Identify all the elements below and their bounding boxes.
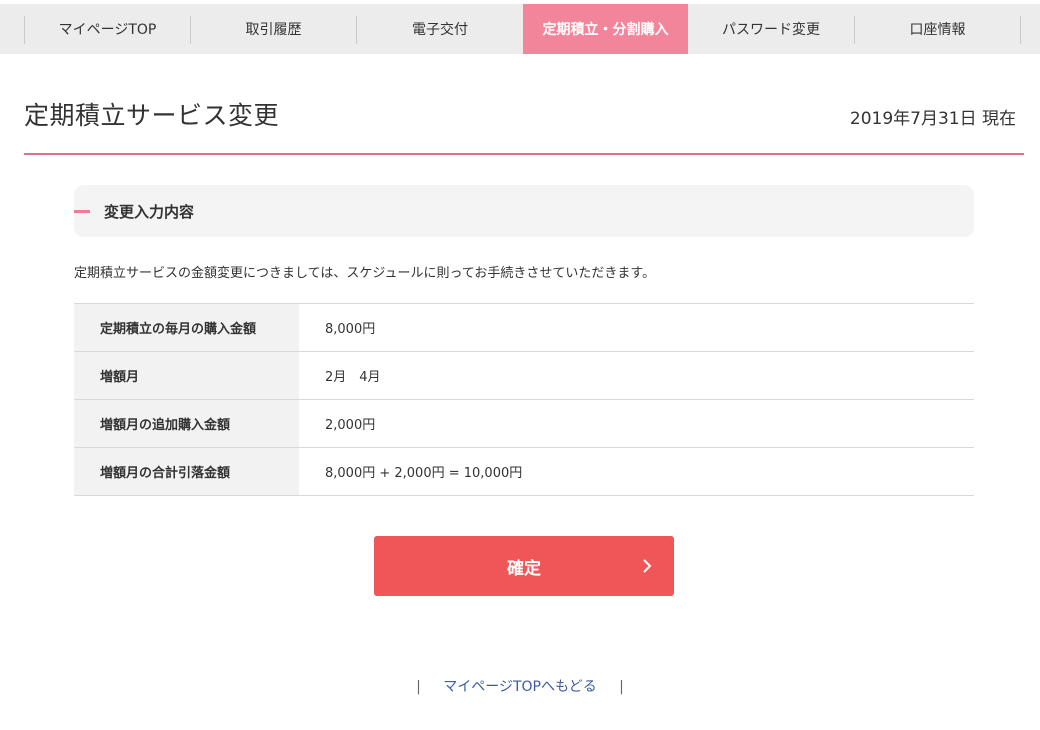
nav-separator — [1020, 16, 1021, 44]
table-row: 増額月の合計引落金額 8,000円 + 2,000円 = 10,000円 — [74, 447, 974, 496]
table-row: 増額月 2月 4月 — [74, 351, 974, 400]
back-to-mypage-link[interactable]: マイページTOPへもどる — [443, 676, 596, 696]
confirm-button-label: 確定 — [507, 558, 541, 578]
row-label: 増額月の合計引落金額 — [74, 447, 299, 496]
change-details-table: 定期積立の毎月の購入金額 8,000円 増額月 2月 4月 増額月の追加購入金額… — [74, 303, 974, 496]
tab-password-change[interactable]: パスワード変更 — [688, 4, 854, 54]
link-separator: | — [416, 679, 421, 695]
section-title: 変更入力内容 — [104, 203, 195, 221]
top-nav: マイページTOP 取引履歴 電子交付 定期積立・分割購入 パスワード変更 口座情… — [0, 4, 1040, 54]
row-value: 2,000円 — [299, 399, 974, 448]
title-divider — [24, 153, 1024, 155]
row-value: 8,000円 + 2,000円 = 10,000円 — [299, 447, 974, 496]
row-label: 増額月 — [74, 351, 299, 400]
page-title: 定期積立サービス変更 — [24, 101, 280, 130]
row-value: 2月 4月 — [299, 351, 974, 400]
confirm-button[interactable]: 確定 — [374, 536, 674, 596]
section-description: 定期積立サービスの金額変更につきましては、スケジュールに則ってお手続きさせていた… — [74, 266, 656, 281]
section-header: 変更入力内容 — [74, 185, 974, 237]
row-value: 8,000円 — [299, 303, 974, 352]
tab-regular-savings[interactable]: 定期積立・分割購入 — [523, 4, 688, 54]
tab-account-info[interactable]: 口座情報 — [855, 4, 1020, 54]
dash-marker-icon — [74, 210, 90, 213]
table-row: 増額月の追加購入金額 2,000円 — [74, 399, 974, 448]
tab-mypage-top[interactable]: マイページTOP — [25, 4, 190, 54]
as-of-date: 2019年7月31日 現在 — [849, 109, 1016, 129]
chevron-right-icon — [643, 559, 652, 573]
link-separator: | — [619, 679, 624, 695]
tab-electronic-delivery[interactable]: 電子交付 — [357, 4, 523, 54]
tab-transaction-history[interactable]: 取引履歴 — [191, 4, 356, 54]
row-label: 定期積立の毎月の購入金額 — [74, 303, 299, 352]
table-row: 定期積立の毎月の購入金額 8,000円 — [74, 303, 974, 352]
row-label: 増額月の追加購入金額 — [74, 399, 299, 448]
footer-nav: | マイページTOPへもどる | — [0, 676, 1040, 696]
